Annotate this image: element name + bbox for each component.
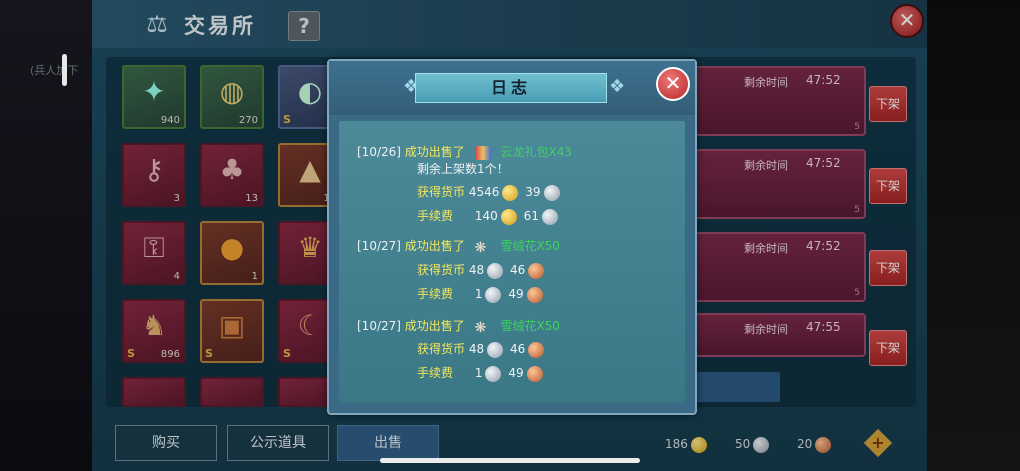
log-dialog: ❖ 日志 ❖ ✕ [10/26] 成功出售了 云龙礼包X43 剩余上架数1个！ … bbox=[327, 59, 697, 415]
snow-flower-icon: ❋ bbox=[474, 319, 487, 336]
log-list[interactable]: [10/26] 成功出售了 云龙礼包X43 剩余上架数1个！ 获得货币 4546… bbox=[339, 121, 685, 403]
dialog-close-button[interactable]: ✕ bbox=[656, 67, 690, 101]
right-letterbox bbox=[927, 0, 1020, 471]
log-entry: [10/26] 成功出售了 云龙礼包X43 bbox=[357, 145, 572, 160]
copper-coin-icon bbox=[528, 262, 545, 279]
home-indicator[interactable] bbox=[380, 458, 640, 463]
log-entry: [10/27] 成功出售了 ❋ 雪绒花X50 bbox=[357, 239, 560, 256]
fee-row: 手续费 1 49 bbox=[417, 364, 546, 382]
dialog-title: 日志 bbox=[415, 73, 607, 103]
earned-row: 获得货币 48 46 bbox=[417, 340, 547, 358]
silver-coin-icon bbox=[485, 365, 502, 382]
copper-coin-icon bbox=[528, 341, 545, 358]
silver-coin-icon bbox=[543, 184, 560, 201]
earned-row: 获得货币 4546 39 bbox=[417, 183, 563, 201]
ornament-icon: ❖ bbox=[609, 76, 626, 97]
snow-flower-icon: ❋ bbox=[474, 239, 487, 256]
remaining-warning: 剩余上架数1个！ bbox=[417, 162, 509, 176]
gold-coin-icon bbox=[500, 208, 517, 225]
gift-pack-icon bbox=[474, 145, 491, 160]
silver-coin-icon bbox=[487, 341, 504, 358]
log-entry: [10/27] 成功出售了 ❋ 雪绒花X50 bbox=[357, 319, 560, 336]
earned-row: 获得货币 48 46 bbox=[417, 261, 547, 279]
silver-coin-icon bbox=[487, 262, 504, 279]
fee-row: 手续费 1 49 bbox=[417, 285, 546, 303]
dialog-header: ❖ 日志 ❖ ✕ bbox=[329, 61, 695, 115]
silver-coin-icon bbox=[485, 286, 502, 303]
silver-coin-icon bbox=[541, 208, 558, 225]
copper-coin-icon bbox=[526, 286, 543, 303]
side-handle[interactable] bbox=[62, 54, 67, 86]
copper-coin-icon bbox=[526, 365, 543, 382]
fee-row: 手续费 140 61 bbox=[417, 207, 561, 225]
gold-coin-icon bbox=[502, 184, 519, 201]
